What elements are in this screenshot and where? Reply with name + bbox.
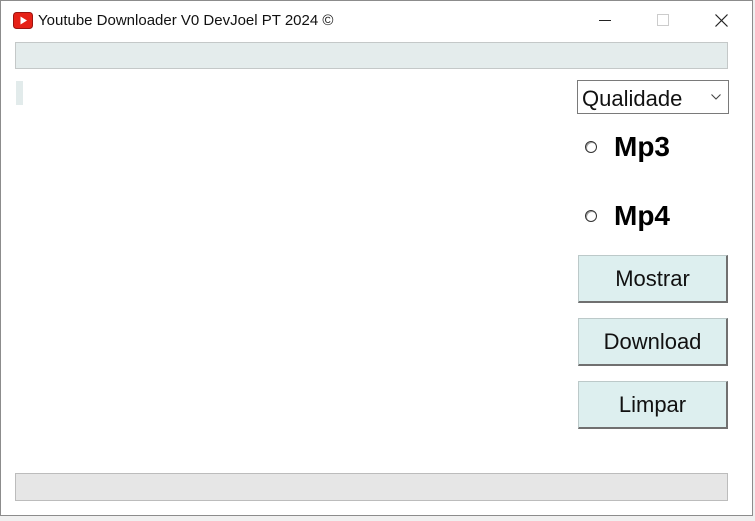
radio-mp3-label: Mp3 — [614, 131, 670, 162]
close-icon — [714, 13, 728, 27]
clear-button[interactable]: Limpar — [578, 381, 728, 429]
progress-bar — [15, 473, 728, 501]
chevron-down-icon — [711, 94, 721, 100]
title-bar[interactable]: Youtube Downloader V0 DevJoel PT 2024 © — [1, 1, 752, 39]
radio-mp4-circle[interactable] — [585, 210, 597, 222]
maximize-icon — [657, 14, 669, 26]
radio-mp4[interactable]: Mp4 — [581, 199, 721, 235]
radio-mp3-circle[interactable] — [585, 141, 597, 153]
info-label — [16, 81, 23, 105]
close-button[interactable] — [693, 1, 749, 39]
app-window: Youtube Downloader V0 DevJoel PT 2024 © … — [0, 0, 753, 516]
minimize-button[interactable] — [577, 1, 633, 39]
quality-selected-value: Qualidade — [582, 86, 683, 111]
download-button[interactable]: Download — [578, 318, 728, 366]
quality-dropdown[interactable]: Qualidade — [577, 80, 729, 114]
radio-mp4-label: Mp4 — [614, 200, 670, 231]
minimize-icon — [599, 20, 611, 21]
youtube-icon — [13, 12, 33, 29]
show-button[interactable]: Mostrar — [578, 255, 728, 303]
window-title: Youtube Downloader V0 DevJoel PT 2024 © — [38, 12, 334, 29]
url-input[interactable] — [15, 42, 728, 69]
maximize-button[interactable] — [635, 1, 691, 39]
radio-mp3[interactable]: Mp3 — [581, 130, 721, 166]
